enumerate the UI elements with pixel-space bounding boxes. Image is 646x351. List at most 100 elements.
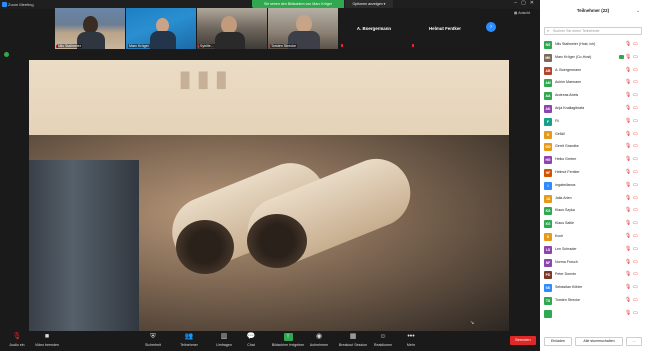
participant-name: Ingabellanos <box>555 182 576 187</box>
participant-row[interactable]: HF Helmut Fentker 🎙 ▭ <box>540 167 646 180</box>
more-options-button[interactable]: ... <box>626 337 642 346</box>
participant-row[interactable]: G GefAll 🎙 ▭ <box>540 129 646 142</box>
name-tile[interactable]: A. Boergermann <box>339 8 409 49</box>
participant-name: Heiko Greber <box>555 157 577 162</box>
participant-row[interactable]: AB A. Boergermann 🎙 ▭ <box>540 65 646 78</box>
record-button[interactable]: ◉ Aufnehmen <box>302 333 336 347</box>
participant-name: Norma Frosch <box>555 259 578 264</box>
participant-row[interactable]: PD Peter Dormin 🎙 ▭ <box>540 269 646 282</box>
video-off-icon: ▭ <box>633 117 638 124</box>
participant-row[interactable]: TS Torsten Strecke 🎙 ▭ <box>540 295 646 308</box>
mic-muted-icon: 🎙 <box>625 220 632 227</box>
participant-row[interactable]: AA Andreas Abels 🎙 ▭ <box>540 90 646 103</box>
more-button[interactable]: ••• Mehr <box>394 333 428 347</box>
invite-button[interactable]: Einladen <box>544 337 572 346</box>
mic-muted-icon: 🎙 <box>625 92 632 99</box>
avatar: K <box>544 233 552 241</box>
participant-row[interactable]: NS Nils Stallmeier (Host, ich) 🎙 ▭ <box>540 39 646 52</box>
security-button[interactable]: ⛨ Sicherheit <box>136 333 170 347</box>
mic-muted-icon: 🎙 <box>625 117 632 124</box>
participant-search-input[interactable]: ⌕ Suchen Sie einen Teilnehmer <box>544 27 642 35</box>
video-thumbnail[interactable]: Nils Stallmeier <box>55 8 125 49</box>
participants-button[interactable]: 👥 Teilnehmer <box>172 333 206 347</box>
avatar: AB <box>544 66 552 75</box>
tire-image <box>29 160 139 331</box>
participant-row[interactable]: KS Klaus Saltle 🎙 ▭ <box>540 218 646 231</box>
reactions-icon: ☺ <box>379 333 387 340</box>
zoom-window: Zoom Meeting Sie sehen den Bildschirm vo… <box>0 0 646 351</box>
video-off-icon: ▭ <box>633 156 638 163</box>
cursor-icon: ↘ <box>470 320 475 326</box>
view-options-button[interactable]: Optionen anzeigen ▾ <box>345 0 393 8</box>
video-off-icon: ▭ <box>633 271 638 278</box>
participant-row[interactable]: JA Jalla Arlen 🎙 ▭ <box>540 193 646 206</box>
next-page-arrow-icon[interactable]: › <box>486 22 496 32</box>
video-thumbnail[interactable]: Torsten Strecke <box>268 8 338 49</box>
avatar: AK <box>544 105 552 113</box>
avatar: KS <box>544 207 552 216</box>
chevron-down-icon[interactable]: ⌄ <box>636 8 640 14</box>
more-dots-icon: ••• <box>407 333 415 340</box>
video-off-icon: ▭ <box>633 143 638 150</box>
thumbnail-name: Torsten Strecke <box>270 44 297 48</box>
mic-muted-icon <box>412 44 414 47</box>
avatar: MK <box>544 53 552 62</box>
record-icon: ◉ <box>315 333 323 340</box>
avatar: F <box>544 117 552 126</box>
end-meeting-button[interactable]: Beenden <box>510 336 536 345</box>
video-button[interactable]: ■ Video beenden <box>30 333 64 347</box>
window-controls[interactable]: –▢✕ <box>514 0 538 6</box>
video-thumbnail[interactable]: Sybille... <box>197 8 267 49</box>
participant-row[interactable]: I Ingabellanos 🎙 ▭ <box>540 180 646 193</box>
participant-row[interactable]: SK Sebastian Köhler 🎙 ▭ <box>540 282 646 295</box>
participant-name: Koch <box>555 234 564 238</box>
chat-button[interactable]: 💬 Chat <box>234 333 268 347</box>
avatar: AA <box>544 92 552 101</box>
participant-row[interactable]: K Koch 🎙 ▭ <box>540 231 646 244</box>
participant-name: A. Boergermann <box>555 67 582 72</box>
participant-name: Nils Stallmeier (Host, ich) <box>555 42 596 46</box>
participant-name: Klaus Saltle <box>555 221 574 226</box>
polls-icon: ▥ <box>220 333 228 340</box>
avatar: NF <box>544 258 552 267</box>
avatar: LS <box>544 245 552 254</box>
thumbnail-name: Nils Stallmeier <box>57 44 82 48</box>
camera-on-icon <box>619 54 624 59</box>
audio-button[interactable]: 🎙 Audio ein <box>0 333 34 347</box>
participant-row[interactable]: GG Gerrit Grandke 🎙 ▭ <box>540 141 646 154</box>
participant-row[interactable]: HG Heiko Greber 🎙 ▭ <box>540 154 646 167</box>
encryption-shield-icon[interactable] <box>4 52 9 57</box>
avatar: NS <box>544 41 552 49</box>
mute-all-button[interactable]: Alle stummschalten <box>575 337 623 346</box>
video-off-icon: ▭ <box>633 130 638 137</box>
participant-row[interactable]: F Fil 🎙 ▭ <box>540 116 646 129</box>
participant-name: Klaus Szyka <box>555 208 575 213</box>
mic-muted-icon: 🎙 <box>625 207 632 214</box>
avatar: AM <box>544 79 552 88</box>
participants-panel-title: Teilnehmer (22) <box>576 8 610 13</box>
participant-thumbnail-strip: Nils Stallmeier Marc Kröger Sybille... T… <box>55 8 505 49</box>
mic-muted-icon: 🎙 <box>625 309 632 316</box>
avatar: SK <box>544 284 552 293</box>
thumbnail-name: Sybille... <box>199 44 215 48</box>
mic-muted-icon: 🎙 <box>625 245 632 252</box>
chat-icon: 💬 <box>246 333 256 340</box>
participant-name: Sebastian Köhler <box>555 285 583 290</box>
participant-row[interactable]: 🎙 ▭ <box>540 308 646 321</box>
share-screen-icon: ↑ <box>283 333 293 341</box>
video-thumbnail[interactable]: Marc Kröger <box>126 8 196 49</box>
video-off-icon: ▭ <box>633 41 638 47</box>
participant-row[interactable]: AK Anja Knallagibrafa 🎙 ▭ <box>540 103 646 116</box>
view-menu-button[interactable]: ▦ Ansicht <box>514 11 530 15</box>
participant-row[interactable]: NF Norma Frosch 🎙 ▭ <box>540 257 646 270</box>
avatar: KS <box>544 220 552 229</box>
participant-row[interactable]: KS Klaus Szyka 🎙 ▭ <box>540 205 646 218</box>
participant-row[interactable]: AM Achim Marmann 🎙 ▭ <box>540 77 646 90</box>
video-off-icon: ▭ <box>633 207 638 214</box>
participant-row[interactable]: MK Marc Kröger (Co-Host) 🎙 ▭ <box>540 52 646 65</box>
video-off-icon: ▭ <box>633 245 638 252</box>
participant-row[interactable]: LS Len Schrader 🎙 ▭ <box>540 244 646 257</box>
window-title: Zoom Meeting <box>8 2 34 7</box>
name-tile[interactable]: Helmut Fentker <box>410 8 480 49</box>
participants-panel: Teilnehmer (22) ⌄ ⌕ Suchen Sie einen Tei… <box>540 0 646 351</box>
